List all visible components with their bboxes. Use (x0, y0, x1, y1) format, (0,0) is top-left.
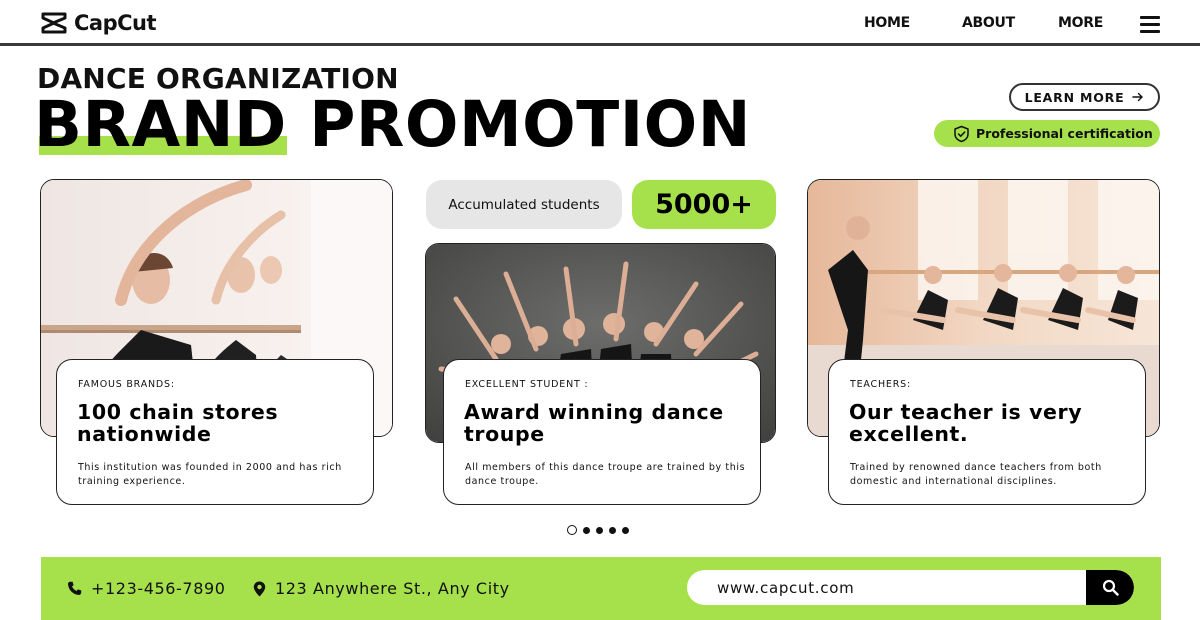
card-tag: TEACHERS: (850, 379, 911, 390)
stat-label: Accumulated students (448, 196, 600, 213)
carousel-pagination (567, 525, 629, 535)
stat-value: 5000+ (655, 189, 753, 220)
card-tag: EXCELLENT STUDENT : (465, 379, 589, 390)
phone-contact[interactable]: +123-456-7890 (67, 557, 226, 620)
card-heading: 100 chain stores nationwide (77, 400, 279, 446)
card-tag: FAMOUS BRANDS: (78, 379, 175, 390)
website-input[interactable] (687, 570, 1087, 605)
website-search-bar (687, 570, 1134, 605)
nav-home-link[interactable]: HOME (864, 15, 910, 31)
location-pin-icon (253, 581, 266, 596)
nav-about-link[interactable]: ABOUT (962, 15, 1015, 31)
learn-more-button[interactable]: LEARN MORE (1009, 83, 1160, 111)
address-contact: 123 Anywhere St., Any City (253, 557, 510, 620)
phone-icon (68, 581, 82, 595)
certification-label: Professional certification (976, 126, 1153, 141)
info-card-brands: FAMOUS BRANDS: 100 chain stores nationwi… (56, 359, 374, 505)
card-description: This institution was founded in 2000 and… (78, 462, 342, 487)
capcut-logo-icon (41, 12, 67, 34)
pagination-dot-2[interactable] (583, 526, 590, 534)
hero-title: BRAND PROMOTION (34, 88, 751, 161)
hamburger-menu-icon[interactable] (1140, 15, 1162, 33)
contact-footer: +123-456-7890 123 Anywhere St., Any City (41, 557, 1161, 620)
info-card-students: EXCELLENT STUDENT : Award winning dance … (443, 359, 761, 505)
card-heading: Our teacher is very excellent. (849, 400, 1083, 446)
search-button[interactable] (1086, 570, 1134, 605)
certification-badge: Professional certification (934, 120, 1160, 147)
address-text: 123 Anywhere St., Any City (275, 579, 510, 598)
shield-check-icon (954, 125, 969, 142)
arrow-right-icon (1132, 92, 1144, 102)
site-header: CapCut HOME ABOUT MORE (0, 0, 1200, 46)
pagination-dot-4[interactable] (609, 526, 616, 534)
search-icon (1102, 579, 1119, 596)
pagination-dot-1[interactable] (567, 525, 577, 535)
stat-label-box: Accumulated students (426, 180, 622, 229)
brand-logo[interactable]: CapCut (40, 11, 157, 35)
phone-number: +123-456-7890 (91, 579, 226, 598)
card-heading: Award winning dance troupe (464, 400, 724, 446)
info-card-teachers: TEACHERS: Our teacher is very excellent.… (828, 359, 1146, 505)
nav-more-link[interactable]: MORE (1058, 15, 1103, 31)
pagination-dot-5[interactable] (622, 526, 629, 534)
card-description: All members of this dance troupe are tra… (465, 462, 746, 487)
brand-name: CapCut (74, 11, 157, 35)
card-description: Trained by renowned dance teachers from … (850, 462, 1102, 487)
stat-value-box: 5000+ (632, 180, 776, 229)
pagination-dot-3[interactable] (596, 526, 603, 534)
learn-more-label: LEARN MORE (1024, 89, 1125, 105)
